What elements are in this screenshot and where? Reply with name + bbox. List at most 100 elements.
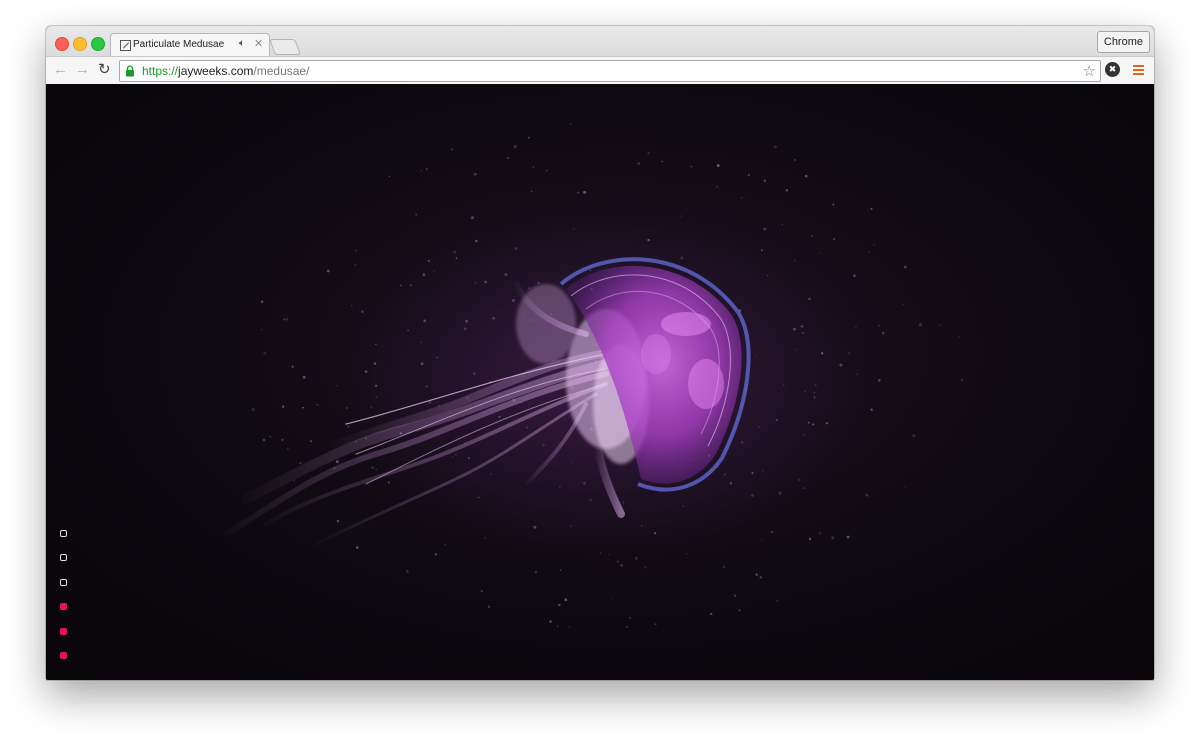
- particle: [559, 569, 562, 571]
- particle: [263, 351, 267, 355]
- particle: [346, 425, 350, 428]
- particle: [634, 556, 638, 560]
- tab-close-icon[interactable]: ✕: [254, 37, 263, 50]
- particle: [425, 168, 428, 170]
- particle: [528, 136, 530, 139]
- particle: [958, 336, 961, 338]
- particle: [808, 537, 812, 541]
- particle: [873, 244, 875, 246]
- particle: [608, 554, 610, 556]
- particle: [904, 487, 906, 489]
- particle: [654, 623, 657, 626]
- particle: [564, 598, 568, 602]
- particle: [912, 434, 916, 438]
- particle: [938, 324, 941, 326]
- speaker-icon[interactable]: 🔈︎: [239, 38, 245, 49]
- particle: [420, 170, 423, 172]
- particle: [870, 408, 873, 412]
- particle: [738, 609, 741, 612]
- particle: [262, 438, 266, 442]
- particle: [831, 536, 835, 540]
- profile-button[interactable]: Chrome: [1096, 31, 1150, 53]
- particle: [269, 435, 272, 438]
- tab-title: Particulate Medusae: [133, 39, 225, 50]
- address-bar[interactable]: https://jayweeks.com/medusae/ ☆: [119, 60, 1101, 82]
- particle: [626, 625, 628, 628]
- toggle-option-3[interactable]: [60, 578, 67, 586]
- particle: [480, 590, 483, 593]
- maximize-window-button[interactable]: [91, 37, 105, 51]
- particle: [747, 173, 750, 177]
- particle: [785, 189, 788, 192]
- particle: [620, 564, 623, 567]
- toggle-option-6[interactable]: [60, 651, 67, 659]
- minimize-window-button[interactable]: [73, 37, 87, 51]
- particle: [251, 408, 255, 412]
- tab-strip: Particulate Medusae 🔈︎ ✕ Chrome: [46, 26, 1154, 58]
- particle: [326, 269, 330, 273]
- particle: [282, 405, 285, 408]
- extension-icon[interactable]: ✖: [1105, 62, 1120, 77]
- particle: [569, 123, 572, 125]
- particle: [661, 160, 664, 163]
- particle: [361, 310, 364, 313]
- lock-icon: [126, 65, 134, 77]
- particle: [882, 332, 885, 335]
- particle: [770, 530, 773, 533]
- particle: [794, 158, 796, 161]
- particle: [406, 570, 409, 573]
- particle: [710, 612, 713, 616]
- url-text[interactable]: https://jayweeks.com/medusae/: [142, 64, 309, 78]
- hamburger-menu-icon[interactable]: [1133, 65, 1144, 77]
- particle: [549, 620, 552, 623]
- particle: [774, 145, 777, 149]
- particle: [286, 447, 289, 450]
- particle: [506, 623, 508, 625]
- particle: [761, 539, 763, 542]
- particle: [281, 438, 284, 442]
- new-tab-button[interactable]: [269, 39, 301, 55]
- particle: [716, 185, 719, 188]
- particle: [285, 317, 289, 321]
- close-window-button[interactable]: [55, 37, 69, 51]
- particle: [722, 566, 725, 568]
- particle: [335, 460, 339, 464]
- forward-arrow-icon[interactable]: →: [75, 62, 90, 78]
- particle: [310, 440, 312, 443]
- toggle-option-1[interactable]: [60, 530, 67, 537]
- particle: [629, 616, 632, 619]
- reload-icon[interactable]: ↻: [98, 62, 111, 78]
- particle: [853, 274, 856, 278]
- particle: [513, 145, 517, 148]
- particle: [818, 252, 821, 254]
- particle: [755, 573, 758, 576]
- particle: [904, 265, 907, 269]
- particle: [434, 553, 437, 556]
- particle: [451, 148, 453, 151]
- tab-particulate-medusae[interactable]: Particulate Medusae 🔈︎ ✕: [110, 33, 270, 58]
- particle: [545, 169, 548, 172]
- particle: [302, 375, 306, 379]
- particle: [734, 594, 737, 597]
- particle: [616, 560, 620, 563]
- particle: [918, 323, 922, 327]
- webgl-canvas[interactable]: [46, 84, 1154, 680]
- particle: [534, 571, 537, 574]
- back-arrow-icon[interactable]: ←: [53, 62, 68, 78]
- toggle-option-4[interactable]: [60, 603, 67, 611]
- particle: [865, 494, 869, 497]
- particle: [903, 303, 905, 306]
- toggle-option-2[interactable]: [60, 554, 67, 562]
- url-host: jayweeks.com: [178, 64, 254, 78]
- particle: [833, 237, 836, 240]
- particle: [690, 165, 693, 168]
- particle: [530, 190, 533, 193]
- particle: [260, 300, 264, 303]
- toggle-option-5[interactable]: [60, 627, 67, 635]
- particle: [316, 403, 319, 406]
- bookmark-star-icon[interactable]: ☆: [1083, 62, 1096, 80]
- particle: [846, 535, 850, 539]
- particle: [336, 385, 338, 387]
- particle: [371, 466, 374, 469]
- particle: [556, 625, 559, 628]
